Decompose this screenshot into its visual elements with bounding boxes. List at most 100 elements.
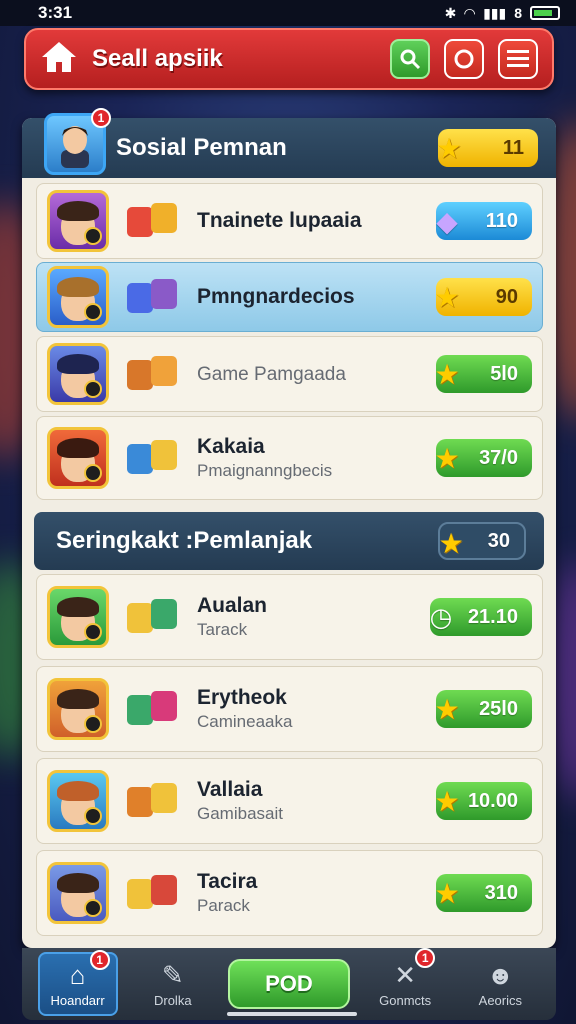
score-pill: ★ 90	[434, 278, 532, 316]
notification-badge: 1	[91, 108, 111, 128]
section-rank-header: Seringkakt :Pemlanjak ★ 30	[34, 512, 544, 570]
controller-icon: ✎	[161, 960, 184, 990]
record-button[interactable]	[444, 39, 484, 79]
score-pill: ★ 310	[434, 874, 532, 912]
star-icon: ★	[434, 358, 460, 390]
score-pill: ★ 37/0	[434, 439, 532, 477]
player-avatar	[47, 678, 109, 740]
bottom-tab-bar: ⌂ Hoandarr 1 ✎ Drolka POD ✕ Gonmcts 1 ☻ …	[22, 948, 556, 1020]
row-subtitle: Pmaignanngbecis	[197, 461, 333, 480]
game-icon	[125, 871, 183, 915]
star-icon: ★	[438, 527, 464, 559]
game-icon	[125, 199, 183, 243]
tab-aeorics[interactable]: ☻ Aeorics	[460, 952, 540, 1016]
tab-label: Aeorics	[478, 993, 523, 1008]
clock-icon: ◷	[429, 601, 453, 632]
person-icon	[61, 126, 89, 168]
section-score-pill: ★ 11	[436, 129, 538, 167]
game-icon	[125, 687, 183, 731]
row-subtitle: Tarack	[197, 620, 248, 639]
tab-label: Drolka	[153, 993, 192, 1008]
star-icon: ★	[434, 877, 460, 909]
tab-drolka[interactable]: ✎ Drolka	[133, 952, 213, 1016]
list-item[interactable]: Pmngnardecios ★ 90	[36, 262, 543, 332]
swords-icon: ✕	[394, 960, 417, 990]
row-name: Vallaia	[197, 778, 263, 801]
star-icon: ★	[434, 442, 460, 474]
menu-button[interactable]	[498, 39, 538, 79]
row-score: 5l0	[490, 362, 518, 385]
player-avatar	[47, 586, 109, 648]
row-subtitle: Gamibasait	[197, 804, 283, 823]
game-icon	[125, 275, 183, 319]
row-score: 21.10	[467, 605, 518, 628]
row-name: Kakaia	[197, 435, 265, 458]
record-icon	[454, 49, 474, 69]
game-icon	[125, 436, 183, 480]
game-icon	[125, 595, 183, 639]
row-score: 37/0	[479, 446, 518, 469]
gem-icon: ◆	[436, 205, 458, 237]
list-item[interactable]: Tacira Parack ★ 310	[36, 850, 543, 936]
play-button[interactable]: POD	[227, 959, 350, 1009]
row-name: Tacira	[197, 870, 258, 893]
player-avatar	[47, 862, 109, 924]
battery-level: 8	[514, 5, 522, 21]
row-name: Aualan	[197, 594, 268, 617]
player-avatar	[47, 266, 109, 328]
page-title: Seall apsiik	[92, 45, 223, 72]
score-pill: ★ 25l0	[434, 690, 532, 728]
section-score: 11	[502, 136, 524, 159]
section-title: Seringkakt :Pemlanjak	[56, 527, 313, 554]
section-social-header: 1 Sosial Pemnan ★ 11	[22, 108, 556, 178]
row-name: Pmngnardecios	[197, 285, 355, 308]
player-avatar	[47, 343, 109, 405]
row-name: Erytheok	[197, 686, 287, 709]
row-score: 10.00	[467, 789, 518, 812]
app-header: Seall apsiik	[24, 28, 554, 90]
section-title: Sosial Pemnan	[116, 134, 287, 161]
list-item[interactable]: Game Pamgaada ★ 5l0	[36, 336, 543, 412]
search-button[interactable]	[390, 39, 430, 79]
row-score: 110	[485, 209, 518, 232]
list-item[interactable]: Vallaia Gamibasait ★ 10.00	[36, 758, 543, 844]
search-icon	[400, 49, 421, 70]
tab-label: Hoandarr	[50, 993, 105, 1008]
tab-badge: 1	[89, 950, 110, 970]
player-avatar	[47, 427, 109, 489]
star-icon: ★	[434, 281, 460, 313]
tab-gonmcts[interactable]: ✕ Gonmcts 1	[365, 948, 445, 1016]
profile-icon: ☻	[486, 960, 515, 990]
row-name: Tnainete lupaaia	[197, 209, 362, 232]
score-pill: ★ 10.00	[434, 782, 532, 820]
star-icon: ★	[434, 693, 460, 725]
menu-icon	[507, 50, 529, 67]
player-avatar	[47, 190, 109, 252]
player-avatar	[47, 770, 109, 832]
status-icons: ✱ ◠ ▮▮▮ 8	[445, 5, 560, 22]
profile-avatar[interactable]: 1	[44, 108, 111, 175]
home-icon: ⌂	[69, 960, 86, 990]
score-pill: ★ 5l0	[434, 355, 532, 393]
star-icon: ★	[436, 132, 462, 164]
tab-badge: 1	[415, 948, 436, 968]
list-item[interactable]: Aualan Tarack ◷ 21.10	[36, 574, 543, 660]
row-score: 25l0	[479, 697, 518, 720]
row-score: 90	[495, 285, 518, 308]
home-icon[interactable]	[40, 40, 78, 79]
battery-icon	[530, 6, 560, 20]
section-score-pill: ★ 30	[438, 522, 526, 560]
row-subtitle: Camineaaka	[197, 712, 293, 731]
list-item[interactable]: Erytheok Camineaaka ★ 25l0	[36, 666, 543, 752]
game-icon	[125, 352, 183, 396]
list-item[interactable]: Tnainete lupaaia ◆ 110	[36, 183, 543, 259]
game-icon	[125, 779, 183, 823]
star-icon: ★	[434, 785, 460, 817]
row-subtitle: Parack	[197, 896, 250, 915]
tab-home[interactable]: ⌂ Hoandarr 1	[37, 950, 118, 1016]
tab-label: Gonmcts	[379, 993, 432, 1008]
status-bar: 3:31 ✱ ◠ ▮▮▮ 8	[0, 0, 576, 26]
signal-icon: ▮▮▮	[483, 4, 507, 21]
score-pill: ◷ 21.10	[430, 598, 532, 636]
list-item[interactable]: Kakaia Pmaignanngbecis ★ 37/0	[36, 416, 543, 500]
